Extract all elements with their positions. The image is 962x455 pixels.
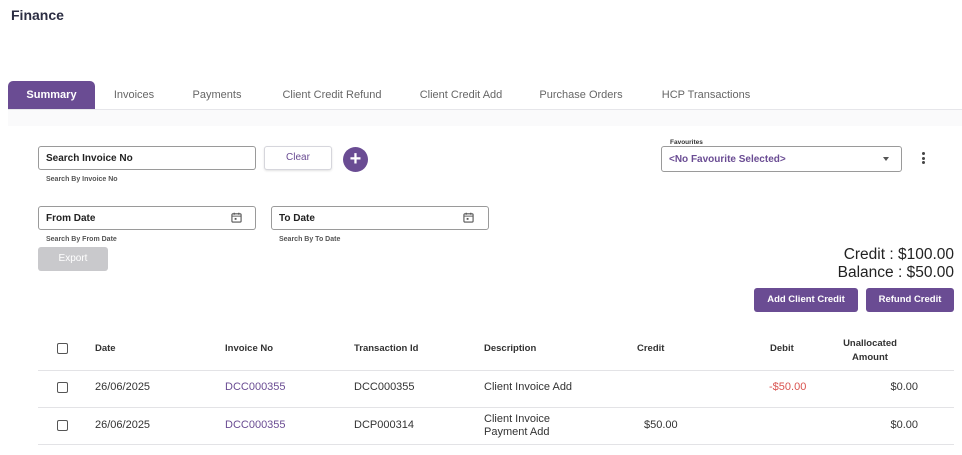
tab-client-credit-refund[interactable]: Client Credit Refund [270, 81, 394, 109]
row-description: Client Invoice Payment Add [484, 413, 550, 439]
row-invoice-link[interactable]: DCC000355 [225, 381, 286, 393]
tab-purchase-orders[interactable]: Purchase Orders [531, 81, 631, 109]
tab-summary[interactable]: Summary [8, 81, 95, 109]
tab-client-credit-add[interactable]: Client Credit Add [409, 81, 513, 109]
row-unallocated: $0.00 [890, 381, 918, 393]
table-divider [38, 370, 954, 371]
select-all-checkbox[interactable] [57, 343, 68, 354]
column-header-unallocated[interactable]: Unallocated Amount [830, 337, 910, 365]
refund-credit-button[interactable]: Refund Credit [866, 288, 954, 312]
calendar-icon[interactable] [463, 212, 474, 223]
credit-total: Credit : $100.00 [843, 246, 954, 263]
invoice-search-field[interactable] [38, 146, 256, 170]
to-date-field[interactable] [271, 206, 489, 230]
add-client-credit-button[interactable]: Add Client Credit [754, 288, 858, 312]
row-date: 26/06/2025 [95, 419, 151, 431]
tab-bar: Summary Invoices Payments Client Credit … [8, 81, 962, 110]
column-header-unallocated-line1: Unallocated [843, 338, 897, 349]
from-date-input[interactable] [39, 207, 255, 229]
column-header-credit[interactable]: Credit [637, 343, 664, 354]
row-invoice-link[interactable]: DCC000355 [225, 419, 286, 431]
row-transaction-id: DCP000314 [354, 419, 414, 431]
calendar-icon[interactable] [231, 212, 242, 223]
invoice-search-input[interactable] [39, 147, 255, 169]
from-date-hint: Search By From Date [46, 236, 117, 243]
column-header-debit[interactable]: Debit [770, 343, 794, 354]
row-transaction-id: DCC000355 [354, 381, 415, 393]
row-checkbox[interactable] [57, 382, 68, 393]
column-header-invoice-no[interactable]: Invoice No [225, 343, 273, 354]
tab-invoices[interactable]: Invoices [101, 81, 167, 109]
clear-button[interactable]: Clear [264, 146, 332, 170]
column-header-transaction-id[interactable]: Transaction Id [354, 343, 418, 354]
column-header-description[interactable]: Description [484, 343, 536, 354]
favourites-selected-value: <No Favourite Selected> [669, 154, 786, 165]
column-header-unallocated-line2: Amount [852, 352, 888, 363]
favourites-select[interactable]: <No Favourite Selected> [661, 146, 902, 172]
row-checkbox[interactable] [57, 420, 68, 431]
tab-payments[interactable]: Payments [181, 81, 253, 109]
table-divider [38, 407, 954, 408]
column-header-date[interactable]: Date [95, 343, 116, 354]
balance-total: Balance : $50.00 [837, 264, 954, 281]
favourites-label: Favourites [668, 139, 705, 146]
tab-content-divider [8, 110, 962, 126]
to-date-input[interactable] [272, 207, 488, 229]
row-unallocated: $0.00 [890, 419, 918, 431]
export-button[interactable]: Export [38, 247, 108, 271]
from-date-field[interactable] [38, 206, 256, 230]
row-credit: $50.00 [644, 419, 678, 431]
tab-hcp-transactions[interactable]: HCP Transactions [652, 81, 760, 109]
page-title: Finance [11, 7, 64, 23]
to-date-hint: Search By To Date [279, 236, 341, 243]
row-debit: -$50.00 [769, 381, 807, 393]
row-date: 26/06/2025 [95, 381, 151, 393]
invoice-search-hint: Search By Invoice No [46, 176, 118, 183]
row-description-line2: Payment Add [484, 426, 550, 438]
table-divider [38, 444, 954, 445]
row-description-line1: Client Invoice [484, 413, 551, 425]
row-description: Client Invoice Add [484, 381, 573, 393]
more-options-icon[interactable] [920, 152, 926, 166]
chevron-down-icon [883, 157, 889, 161]
plus-circle-icon[interactable]: + [343, 147, 368, 172]
